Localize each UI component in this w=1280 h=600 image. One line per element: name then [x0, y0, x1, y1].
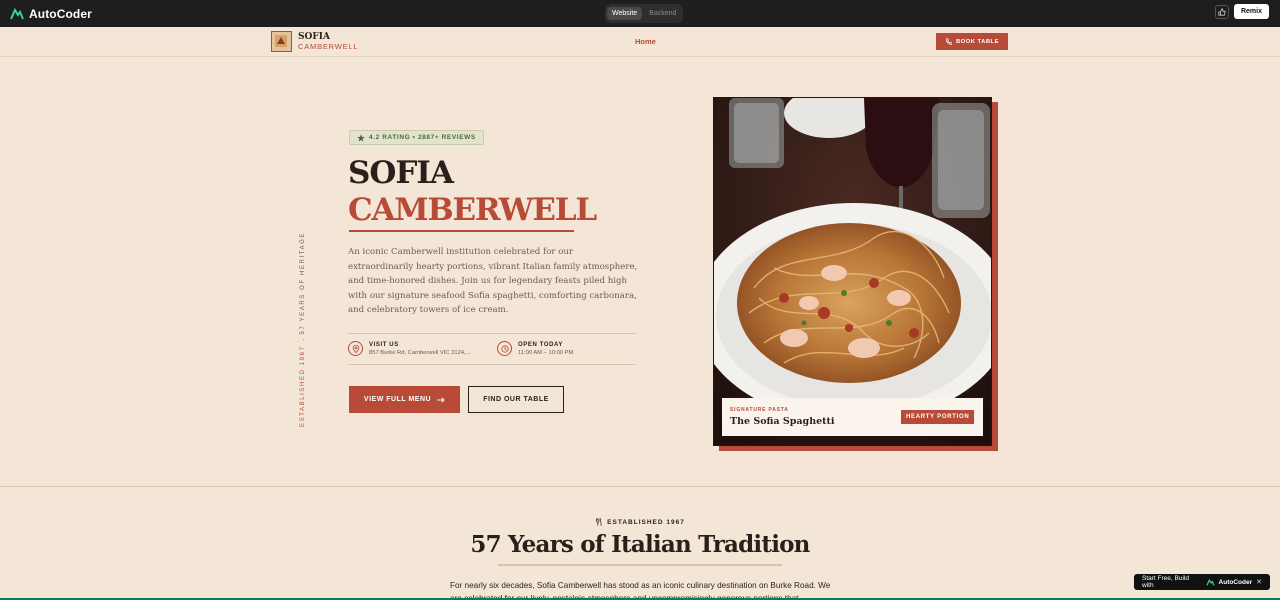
appbar-actions: Remix	[1214, 4, 1269, 19]
established-label: ESTABLISHED 1967	[0, 518, 1280, 526]
vertical-years: 57 YEARS OF HERITAGE	[300, 232, 306, 335]
caption-category: SIGNATURE PASTA	[730, 407, 789, 413]
vertical-divider	[302, 339, 304, 341]
thumbs-up-button[interactable]	[1214, 4, 1229, 19]
app-top-bar: AutoCoder Website Backend Remix	[0, 0, 1280, 27]
hero-title-line-1: SOFIA	[348, 155, 454, 191]
find-our-table-button[interactable]: FIND OUR TABLE	[468, 386, 564, 413]
thumbs-up-icon	[1218, 7, 1226, 16]
arrow-right-icon	[437, 396, 445, 403]
view-menu-label: VIEW FULL MENU	[363, 396, 432, 403]
hero-section: ESTABLISHED 1967 57 YEARS OF HERITAGE 4.…	[0, 57, 1280, 487]
open-title: OPEN TODAY	[518, 341, 564, 348]
hero-title-line-2: CAMBERWELL	[348, 192, 597, 228]
logo-line-2: CAMBERWELL	[298, 42, 359, 51]
rating-text: 4.2 RATING • 2887+ REVIEWS	[369, 134, 476, 141]
brand-name: AutoCoder	[29, 6, 92, 21]
rating-badge: 4.2 RATING • 2887+ REVIEWS	[349, 130, 484, 145]
site-navbar: SOFIA CAMBERWELL Home BOOK TABLE	[0, 27, 1280, 57]
book-table-label: BOOK TABLE	[956, 38, 999, 45]
info-row: VISIT US 857 Burke Rd, Camberwell VIC 31…	[348, 333, 636, 365]
hero-description: An iconic Camberwell institution celebra…	[348, 247, 638, 315]
nav-home-link[interactable]: Home	[635, 37, 656, 46]
view-toggle: Website Backend	[605, 4, 684, 23]
visit-title: VISIT US	[369, 341, 399, 348]
tab-backend[interactable]: Backend	[644, 7, 681, 20]
tab-website[interactable]: Website	[607, 7, 643, 20]
logo-line-1: SOFIA	[298, 32, 330, 42]
build-with-autocoder-pill[interactable]: Start Free, Build with AutoCoder ✕	[1134, 574, 1270, 590]
dish-caption-card: SIGNATURE PASTA The Sofia Spaghetti HEAR…	[722, 398, 983, 436]
star-icon	[357, 133, 365, 141]
established-text: ESTABLISHED 1967	[607, 518, 685, 526]
close-icon[interactable]: ✕	[1256, 578, 1262, 586]
vertical-established: ESTABLISHED 1967	[300, 345, 306, 427]
tradition-description: For nearly six decades, Sofia Camberwell…	[450, 581, 831, 600]
caption-title: The Sofia Spaghetti	[730, 416, 835, 427]
pill-brand: AutoCoder	[1218, 578, 1253, 586]
utensils-icon	[596, 518, 602, 526]
autocoder-logo-icon	[10, 7, 24, 19]
visit-us-info[interactable]: VISIT US 857 Burke Rd, Camberwell VIC 31…	[348, 341, 471, 356]
open-hours: 11:00 AM – 10:00 PM	[518, 349, 574, 356]
title-underline	[349, 230, 574, 232]
open-today-info: OPEN TODAY 11:00 AM – 10:00 PM	[497, 341, 573, 356]
vertical-heritage-label: ESTABLISHED 1967 57 YEARS OF HERITAGE	[300, 232, 314, 427]
hearty-portion-tag: HEARTY PORTION	[901, 410, 975, 424]
spaghetti-photo	[713, 97, 992, 446]
tradition-title: 57 Years of Italian Tradition	[470, 531, 810, 558]
site-logo[interactable]: SOFIA CAMBERWELL	[271, 31, 358, 52]
logo-emblem-icon	[271, 31, 292, 52]
tradition-underline	[498, 564, 782, 566]
book-table-button[interactable]: BOOK TABLE	[936, 33, 1008, 50]
tradition-section: ESTABLISHED 1967 57 Years of Italian Tra…	[0, 487, 1280, 600]
clock-icon	[497, 341, 512, 356]
view-full-menu-button[interactable]: VIEW FULL MENU	[349, 386, 460, 413]
location-pin-icon	[348, 341, 363, 356]
visit-address: 857 Burke Rd, Camberwell VIC 3124,...	[369, 349, 471, 356]
autocoder-logo-icon	[1206, 578, 1215, 586]
remix-button[interactable]: Remix	[1233, 4, 1269, 19]
autocoder-brand[interactable]: AutoCoder	[10, 7, 92, 21]
pill-label: Start Free, Build with	[1142, 575, 1189, 589]
phone-icon	[946, 38, 953, 45]
